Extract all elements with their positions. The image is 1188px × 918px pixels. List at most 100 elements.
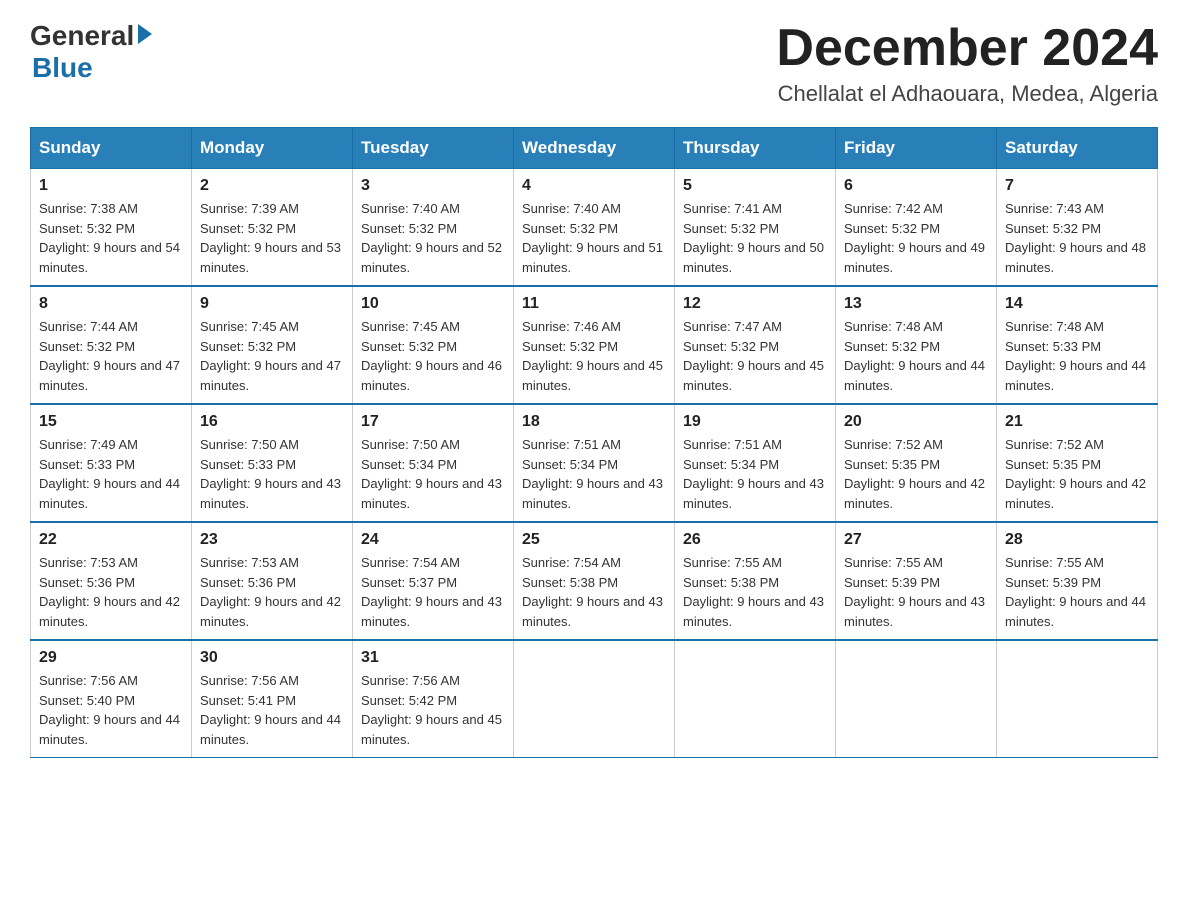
sunrise-label: Sunrise: 7:45 AM (361, 319, 460, 334)
day-info: Sunrise: 7:52 AM Sunset: 5:35 PM Dayligh… (1005, 435, 1149, 513)
sunrise-label: Sunrise: 7:51 AM (522, 437, 621, 452)
day-number: 2 (200, 177, 344, 195)
calendar-day-cell: 25 Sunrise: 7:54 AM Sunset: 5:38 PM Dayl… (514, 522, 675, 640)
calendar-day-cell (675, 640, 836, 758)
calendar-day-header: Saturday (997, 128, 1158, 169)
logo-general-text: General (30, 20, 134, 52)
sunrise-label: Sunrise: 7:53 AM (39, 555, 138, 570)
sunset-label: Sunset: 5:33 PM (200, 457, 296, 472)
day-number: 4 (522, 177, 666, 195)
day-number: 28 (1005, 531, 1149, 549)
title-block: December 2024 Chellalat el Adhaouara, Me… (776, 20, 1158, 107)
day-number: 6 (844, 177, 988, 195)
daylight-label: Daylight: 9 hours and 43 minutes. (361, 476, 502, 511)
sunset-label: Sunset: 5:32 PM (200, 221, 296, 236)
sunset-label: Sunset: 5:36 PM (200, 575, 296, 590)
calendar-day-cell: 13 Sunrise: 7:48 AM Sunset: 5:32 PM Dayl… (836, 286, 997, 404)
day-number: 5 (683, 177, 827, 195)
daylight-label: Daylight: 9 hours and 53 minutes. (200, 240, 341, 275)
day-number: 15 (39, 413, 183, 431)
day-info: Sunrise: 7:55 AM Sunset: 5:39 PM Dayligh… (1005, 553, 1149, 631)
sunrise-label: Sunrise: 7:56 AM (39, 673, 138, 688)
daylight-label: Daylight: 9 hours and 46 minutes. (361, 358, 502, 393)
day-info: Sunrise: 7:53 AM Sunset: 5:36 PM Dayligh… (200, 553, 344, 631)
day-number: 20 (844, 413, 988, 431)
calendar-week-row: 15 Sunrise: 7:49 AM Sunset: 5:33 PM Dayl… (31, 404, 1158, 522)
page-header: General Blue December 2024 Chellalat el … (30, 20, 1158, 107)
sunset-label: Sunset: 5:34 PM (683, 457, 779, 472)
sunset-label: Sunset: 5:36 PM (39, 575, 135, 590)
sunset-label: Sunset: 5:42 PM (361, 693, 457, 708)
sunrise-label: Sunrise: 7:54 AM (361, 555, 460, 570)
calendar-day-cell (836, 640, 997, 758)
sunset-label: Sunset: 5:35 PM (1005, 457, 1101, 472)
day-number: 14 (1005, 295, 1149, 313)
calendar-day-cell: 30 Sunrise: 7:56 AM Sunset: 5:41 PM Dayl… (192, 640, 353, 758)
calendar-day-header: Sunday (31, 128, 192, 169)
daylight-label: Daylight: 9 hours and 52 minutes. (361, 240, 502, 275)
sunset-label: Sunset: 5:32 PM (844, 339, 940, 354)
day-number: 25 (522, 531, 666, 549)
sunrise-label: Sunrise: 7:44 AM (39, 319, 138, 334)
day-number: 17 (361, 413, 505, 431)
calendar-day-cell: 12 Sunrise: 7:47 AM Sunset: 5:32 PM Dayl… (675, 286, 836, 404)
sunrise-label: Sunrise: 7:54 AM (522, 555, 621, 570)
sunset-label: Sunset: 5:32 PM (1005, 221, 1101, 236)
day-info: Sunrise: 7:46 AM Sunset: 5:32 PM Dayligh… (522, 317, 666, 395)
day-info: Sunrise: 7:54 AM Sunset: 5:38 PM Dayligh… (522, 553, 666, 631)
sunset-label: Sunset: 5:39 PM (844, 575, 940, 590)
sunrise-label: Sunrise: 7:56 AM (361, 673, 460, 688)
calendar-day-header: Thursday (675, 128, 836, 169)
daylight-label: Daylight: 9 hours and 45 minutes. (361, 712, 502, 747)
calendar-day-cell: 15 Sunrise: 7:49 AM Sunset: 5:33 PM Dayl… (31, 404, 192, 522)
calendar-day-cell: 8 Sunrise: 7:44 AM Sunset: 5:32 PM Dayli… (31, 286, 192, 404)
month-title: December 2024 (776, 20, 1158, 77)
day-info: Sunrise: 7:45 AM Sunset: 5:32 PM Dayligh… (200, 317, 344, 395)
calendar-day-cell: 19 Sunrise: 7:51 AM Sunset: 5:34 PM Dayl… (675, 404, 836, 522)
daylight-label: Daylight: 9 hours and 54 minutes. (39, 240, 180, 275)
sunrise-label: Sunrise: 7:39 AM (200, 201, 299, 216)
sunrise-label: Sunrise: 7:46 AM (522, 319, 621, 334)
day-info: Sunrise: 7:55 AM Sunset: 5:39 PM Dayligh… (844, 553, 988, 631)
sunrise-label: Sunrise: 7:55 AM (683, 555, 782, 570)
daylight-label: Daylight: 9 hours and 44 minutes. (844, 358, 985, 393)
day-number: 29 (39, 649, 183, 667)
calendar-day-cell: 27 Sunrise: 7:55 AM Sunset: 5:39 PM Dayl… (836, 522, 997, 640)
sunrise-label: Sunrise: 7:47 AM (683, 319, 782, 334)
sunset-label: Sunset: 5:32 PM (844, 221, 940, 236)
day-info: Sunrise: 7:50 AM Sunset: 5:34 PM Dayligh… (361, 435, 505, 513)
day-number: 22 (39, 531, 183, 549)
sunset-label: Sunset: 5:32 PM (522, 221, 618, 236)
daylight-label: Daylight: 9 hours and 43 minutes. (683, 594, 824, 629)
daylight-label: Daylight: 9 hours and 47 minutes. (200, 358, 341, 393)
calendar-day-cell: 10 Sunrise: 7:45 AM Sunset: 5:32 PM Dayl… (353, 286, 514, 404)
day-info: Sunrise: 7:55 AM Sunset: 5:38 PM Dayligh… (683, 553, 827, 631)
day-info: Sunrise: 7:41 AM Sunset: 5:32 PM Dayligh… (683, 199, 827, 277)
day-info: Sunrise: 7:49 AM Sunset: 5:33 PM Dayligh… (39, 435, 183, 513)
logo-blue-text: Blue (32, 52, 93, 83)
sunset-label: Sunset: 5:34 PM (361, 457, 457, 472)
sunrise-label: Sunrise: 7:52 AM (844, 437, 943, 452)
sunrise-label: Sunrise: 7:56 AM (200, 673, 299, 688)
sunrise-label: Sunrise: 7:52 AM (1005, 437, 1104, 452)
sunrise-label: Sunrise: 7:49 AM (39, 437, 138, 452)
daylight-label: Daylight: 9 hours and 44 minutes. (39, 712, 180, 747)
calendar-week-row: 1 Sunrise: 7:38 AM Sunset: 5:32 PM Dayli… (31, 169, 1158, 287)
calendar-day-cell: 14 Sunrise: 7:48 AM Sunset: 5:33 PM Dayl… (997, 286, 1158, 404)
day-info: Sunrise: 7:48 AM Sunset: 5:32 PM Dayligh… (844, 317, 988, 395)
calendar-day-cell: 22 Sunrise: 7:53 AM Sunset: 5:36 PM Dayl… (31, 522, 192, 640)
day-number: 9 (200, 295, 344, 313)
sunrise-label: Sunrise: 7:55 AM (1005, 555, 1104, 570)
calendar-day-cell: 1 Sunrise: 7:38 AM Sunset: 5:32 PM Dayli… (31, 169, 192, 287)
sunset-label: Sunset: 5:32 PM (361, 221, 457, 236)
day-info: Sunrise: 7:44 AM Sunset: 5:32 PM Dayligh… (39, 317, 183, 395)
calendar-day-cell (514, 640, 675, 758)
daylight-label: Daylight: 9 hours and 45 minutes. (683, 358, 824, 393)
daylight-label: Daylight: 9 hours and 42 minutes. (1005, 476, 1146, 511)
day-number: 21 (1005, 413, 1149, 431)
calendar-day-header: Tuesday (353, 128, 514, 169)
daylight-label: Daylight: 9 hours and 48 minutes. (1005, 240, 1146, 275)
day-number: 7 (1005, 177, 1149, 195)
sunset-label: Sunset: 5:32 PM (39, 221, 135, 236)
calendar-day-header: Wednesday (514, 128, 675, 169)
